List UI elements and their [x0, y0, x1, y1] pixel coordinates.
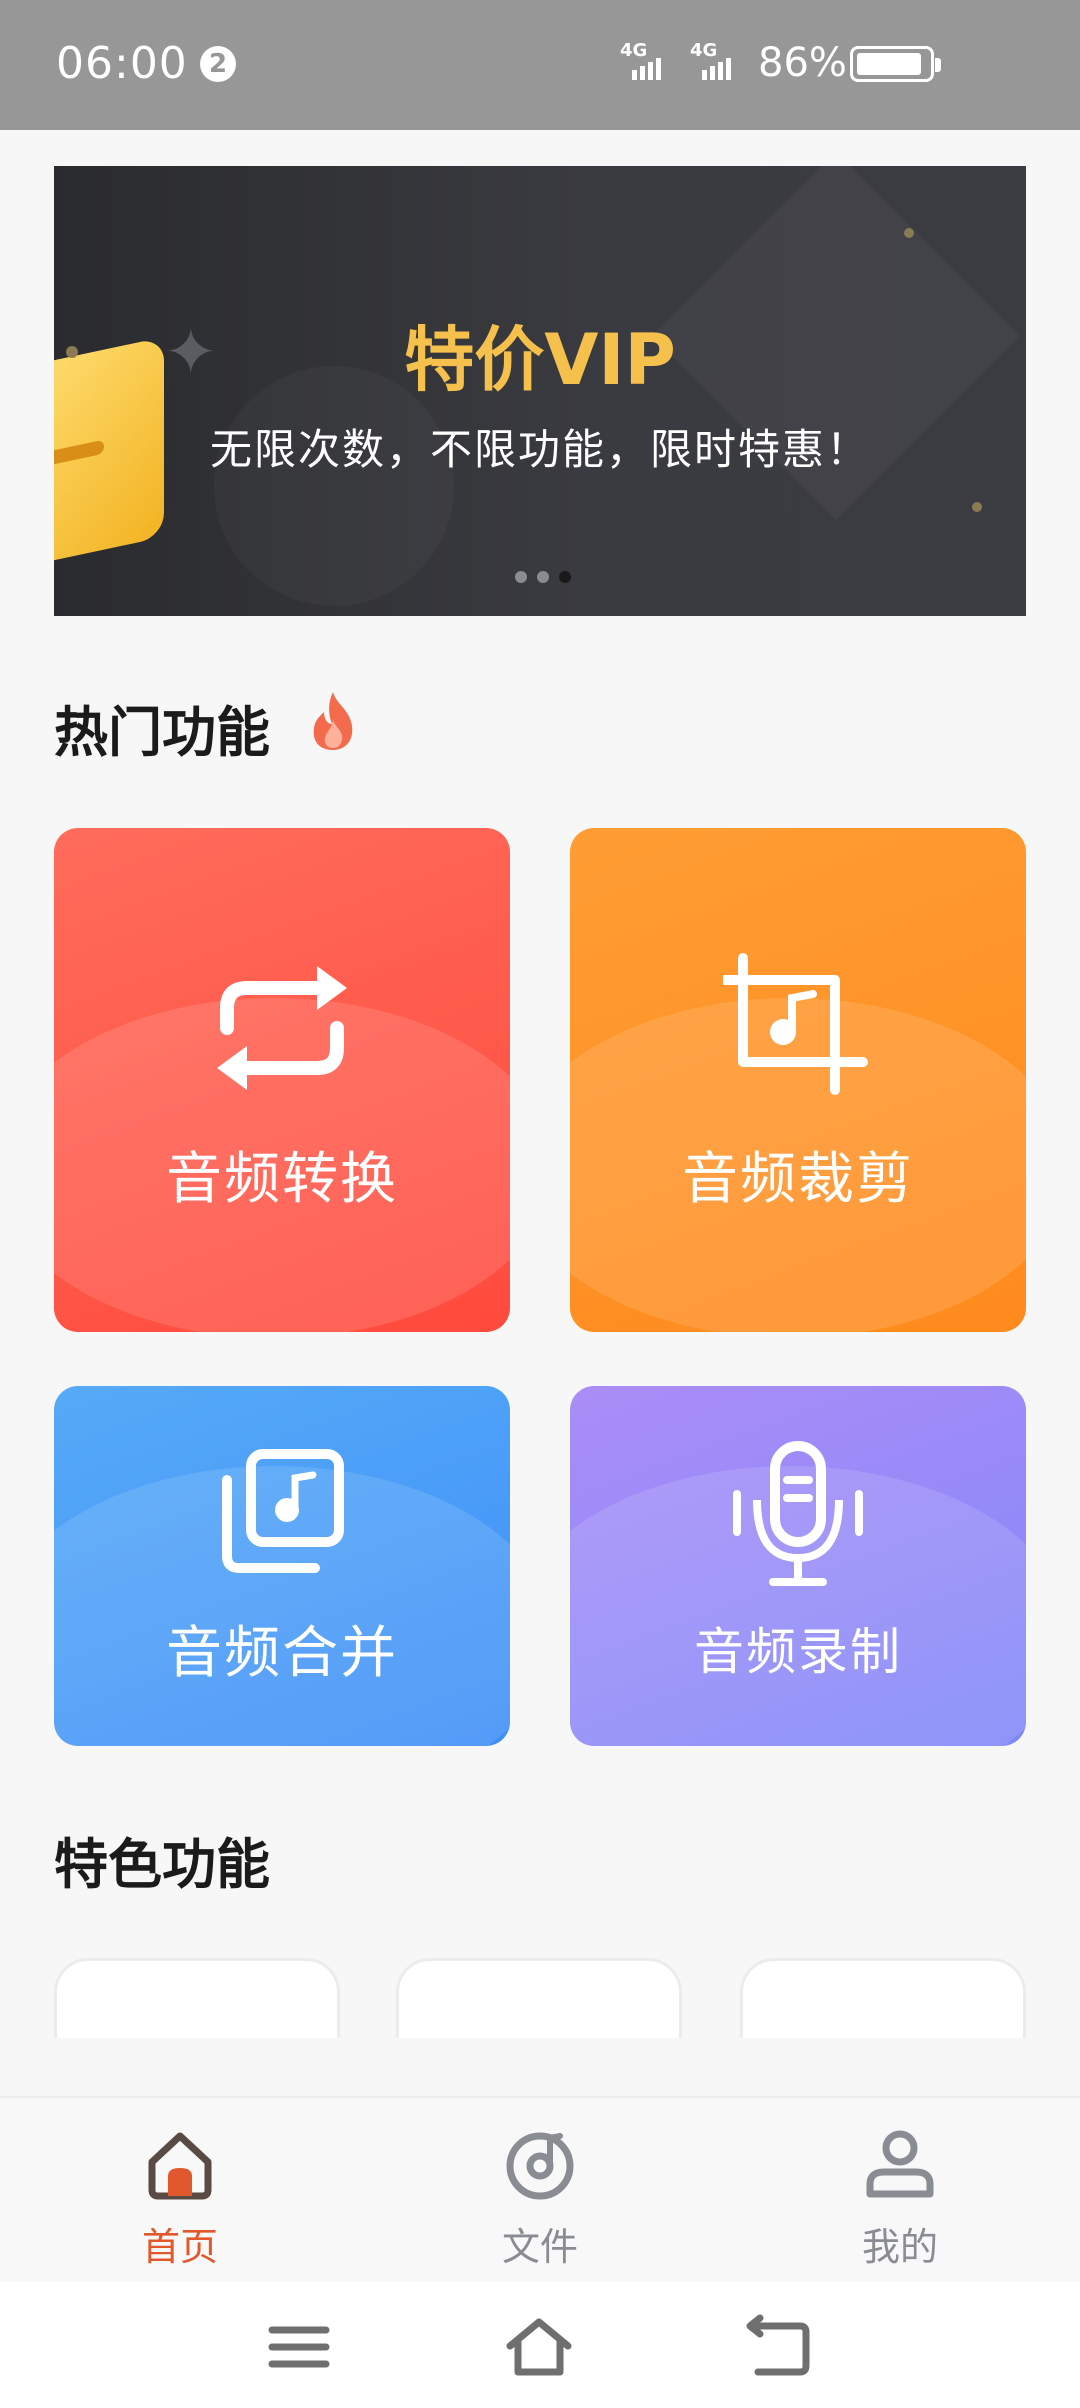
battery-percent: 86% [758, 40, 847, 86]
promo-banner[interactable]: ✦ 特价VIP 无限次数，不限功能，限时特惠！ [54, 166, 1026, 616]
music-disc-icon [506, 2132, 574, 2200]
system-nav-bar [0, 2282, 1080, 2408]
merge-music-icon [222, 1449, 344, 1573]
pagination-dot [537, 571, 549, 583]
tab-files[interactable]: 文件 [440, 2128, 640, 2271]
tab-mine[interactable]: 我的 [800, 2128, 1000, 2271]
feature-label: 音频转换 [166, 1147, 398, 1212]
tab-label: 文件 [501, 2225, 578, 2269]
special-feature-card[interactable] [740, 1958, 1026, 2038]
tab-label: 首页 [141, 2225, 218, 2269]
crop-music-icon [723, 953, 868, 1095]
tab-home[interactable]: 首页 [80, 2128, 280, 2271]
feature-card-audio-record[interactable]: 音频录制 [570, 1386, 1026, 1746]
back-icon[interactable] [744, 2312, 814, 2382]
banner-subtitle: 无限次数，不限功能，限时特惠！ [209, 425, 870, 474]
notification-badge: 2 [200, 46, 236, 82]
convert-icon [217, 966, 347, 1090]
special-feature-card[interactable] [396, 1958, 682, 2038]
special-features-title: 特色功能 [54, 1833, 270, 1896]
feature-card-audio-merge[interactable]: 音频合并 [54, 1386, 510, 1746]
hot-features-title: 热门功能 [54, 701, 270, 764]
signal-icon [632, 58, 661, 80]
microphone-icon [733, 1441, 863, 1586]
home-icon [148, 2132, 212, 2200]
feature-card-audio-crop[interactable]: 音频裁剪 [570, 828, 1026, 1332]
special-feature-card[interactable] [54, 1958, 340, 2038]
fire-icon [313, 692, 353, 750]
feature-card-audio-convert[interactable]: 音频转换 [54, 828, 510, 1332]
pagination-dot [515, 571, 527, 583]
status-time: 06:00 [56, 38, 188, 89]
status-bar: 06:00 2 4G 4G 86% [0, 0, 1080, 130]
feature-label: 音频合并 [166, 1621, 398, 1686]
battery-icon [850, 46, 941, 82]
bottom-tab-bar: 首页 文件 我的 [0, 2096, 1080, 2282]
tab-label: 我的 [861, 2225, 938, 2269]
feature-label: 音频录制 [694, 1623, 902, 1681]
banner-title: 特价VIP [404, 319, 676, 401]
home-nav-icon[interactable] [504, 2312, 574, 2382]
user-icon [866, 2130, 934, 2198]
menu-icon[interactable] [264, 2312, 334, 2382]
feature-label: 音频裁剪 [682, 1147, 914, 1212]
signal-icon-2 [702, 58, 731, 80]
pagination-dot-active [559, 571, 571, 583]
banner-pagination [510, 568, 576, 587]
